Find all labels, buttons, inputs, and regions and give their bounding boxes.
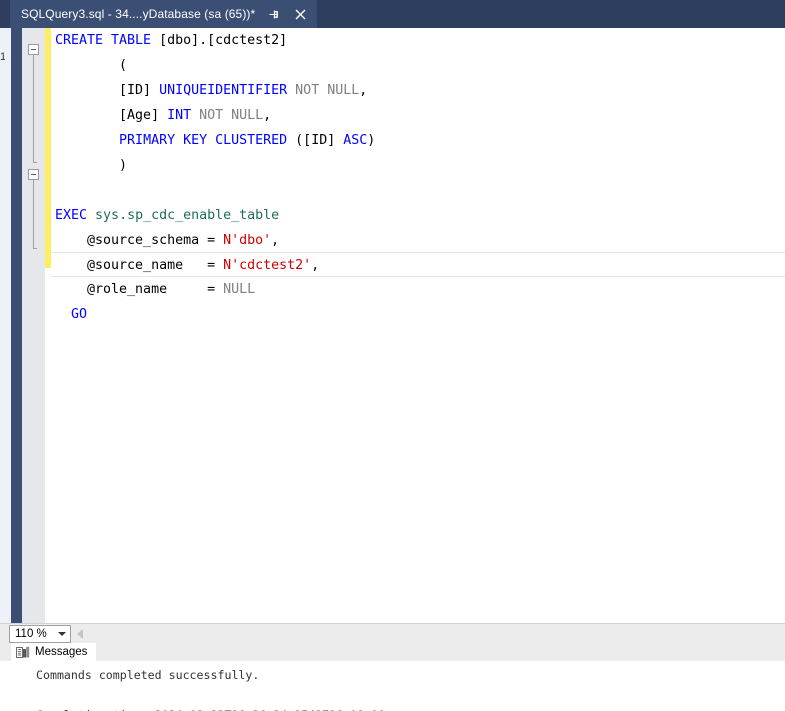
- editor-status-row: 110 %: [0, 623, 785, 643]
- code-line[interactable]: [Age] INT NOT NULL,: [51, 103, 785, 128]
- edge-clip-text: 1: [0, 51, 5, 63]
- code-line[interactable]: @source_schema = N'dbo',: [51, 228, 785, 253]
- code-line[interactable]: [51, 178, 785, 203]
- code-token: INT: [167, 108, 192, 123]
- ssms-query-window: SQLQuery3.sql - 34....yDatabase (sa (65)…: [0, 0, 785, 711]
- code-token: UNIQUEIDENTIFIER: [159, 83, 288, 98]
- editor-gutter[interactable]: [22, 28, 45, 623]
- zoom-level-value: 110 %: [15, 628, 47, 640]
- code-token: [dbo].[cdctest2]: [159, 33, 288, 48]
- fold-line-create-table: [33, 55, 34, 162]
- fold-foot-exec: [33, 248, 37, 249]
- code-token: NOT NULL: [287, 83, 360, 98]
- code-token: ,: [263, 108, 272, 123]
- fold-foot-create-table: [33, 162, 37, 163]
- code-token: N'cdctest2': [223, 258, 312, 273]
- code-token: @source_schema =: [55, 233, 224, 248]
- editor-edge-strip: 1: [0, 28, 11, 623]
- code-line[interactable]: PRIMARY KEY CLUSTERED ([ID] ASC): [51, 128, 785, 153]
- code-token: ,: [359, 83, 368, 98]
- code-line[interactable]: GO: [51, 302, 785, 327]
- code-token: NULL: [223, 282, 256, 297]
- code-token: PRIMARY KEY CLUSTERED: [119, 133, 288, 148]
- code-line[interactable]: @source_name = N'cdctest2',: [51, 252, 785, 277]
- code-line[interactable]: CREATE TABLE [dbo].[cdctest2]: [51, 28, 785, 53]
- sql-editor[interactable]: 1 CREATE TABLE [dbo].[cdctest2] ( [ID] U…: [0, 28, 785, 623]
- tab-sqlquery3[interactable]: SQLQuery3.sql - 34....yDatabase (sa (65)…: [10, 0, 318, 28]
- code-token: ([ID]: [287, 133, 344, 148]
- fold-line-exec: [33, 180, 34, 248]
- code-token: ): [55, 158, 128, 173]
- messages-output-text[interactable]: Commands completed successfully. Complet…: [0, 661, 785, 711]
- code-token: @source_name =: [55, 258, 224, 273]
- fold-toggle-exec[interactable]: [28, 169, 39, 180]
- code-token: GO: [71, 307, 88, 322]
- code-token: CREATE TABLE: [55, 33, 160, 48]
- results-tab-label: Messages: [35, 646, 88, 658]
- code-token: @role_name =: [55, 282, 224, 297]
- code-line[interactable]: [ID] UNIQUEIDENTIFIER NOT NULL,: [51, 78, 785, 103]
- messages-grid-icon: [16, 646, 30, 658]
- code-token: [ID]: [55, 83, 160, 98]
- code-token: EXEC: [55, 208, 88, 223]
- tab-messages[interactable]: Messages: [11, 643, 97, 661]
- chevron-down-icon[interactable]: [58, 632, 66, 636]
- tab-strip: SQLQuery3.sql - 34....yDatabase (sa (65)…: [0, 0, 785, 28]
- code-token: NOT NULL: [191, 108, 264, 123]
- code-token: ,: [271, 233, 280, 248]
- code-token: N'dbo': [223, 233, 272, 248]
- close-icon[interactable]: [291, 4, 309, 24]
- pin-icon[interactable]: [264, 4, 282, 24]
- tab-title: SQLQuery3.sql - 34....yDatabase (sa (65)…: [21, 7, 256, 21]
- tab-strip-left-edge: [0, 0, 10, 28]
- horizontal-scrollbar[interactable]: [74, 624, 785, 643]
- code-token: ASC: [343, 133, 368, 148]
- code-token: [Age]: [55, 108, 168, 123]
- code-token: (: [55, 58, 128, 73]
- zoom-level-select[interactable]: 110 %: [9, 625, 71, 643]
- results-tab-bar: Messages: [0, 643, 785, 661]
- code-text-area[interactable]: CREATE TABLE [dbo].[cdctest2] ( [ID] UNI…: [51, 28, 785, 623]
- navigation-bar[interactable]: [11, 28, 22, 623]
- scroll-left-arrow-icon[interactable]: [77, 629, 83, 639]
- code-line[interactable]: EXEC sys.sp_cdc_enable_table: [51, 203, 785, 228]
- code-token: ,: [311, 258, 320, 273]
- code-line[interactable]: (: [51, 53, 785, 78]
- code-line[interactable]: @role_name = NULL: [51, 277, 785, 302]
- code-line[interactable]: ): [51, 153, 785, 178]
- code-token: ): [367, 133, 376, 148]
- fold-toggle-create-table[interactable]: [28, 44, 39, 55]
- results-pane: Messages Commands completed successfully…: [0, 643, 785, 711]
- code-token: sys.sp_cdc_enable_table: [95, 208, 280, 223]
